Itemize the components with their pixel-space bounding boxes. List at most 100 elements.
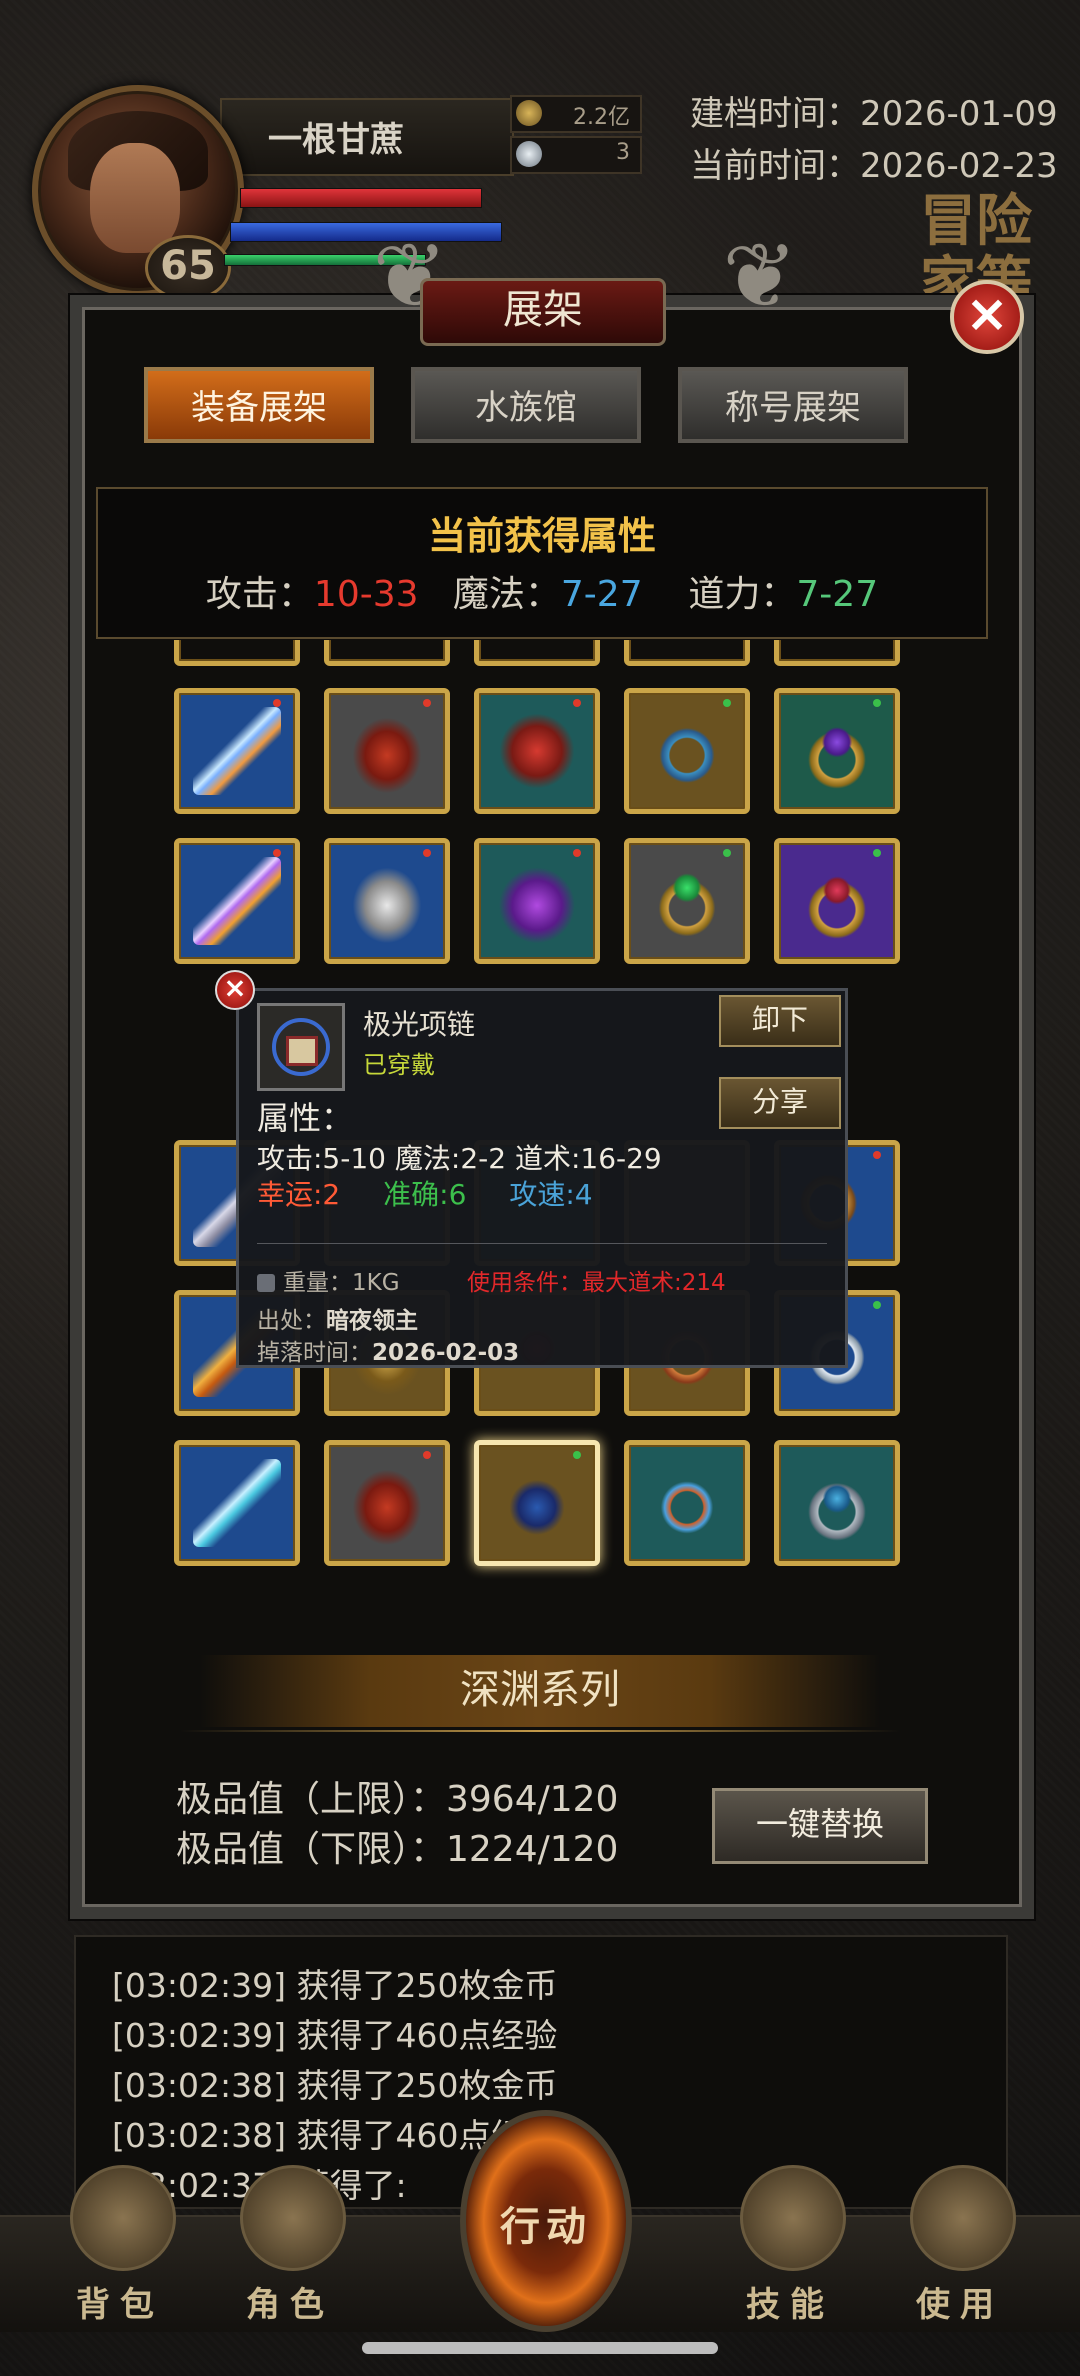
attack-value: 10-33 bbox=[313, 574, 419, 615]
quality-dot bbox=[723, 849, 731, 857]
equipment-slot-bracer[interactable] bbox=[324, 838, 450, 964]
share-button[interactable]: 分享 bbox=[719, 1077, 841, 1129]
nav-role[interactable]: 角色 bbox=[220, 2165, 360, 2325]
item-source: 出处：暗夜领主 bbox=[257, 1301, 418, 1335]
home-indicator[interactable] bbox=[362, 2342, 718, 2354]
ring-icon bbox=[793, 857, 881, 945]
equipment-slot[interactable] bbox=[324, 640, 450, 666]
drop-label: 掉落时间： bbox=[257, 1340, 372, 1366]
speed-value: 攻速:4 bbox=[509, 1178, 593, 1211]
sword-icon bbox=[193, 707, 281, 795]
gold-counter: 2.2亿 bbox=[510, 95, 642, 133]
luck-value: 幸运:2 bbox=[257, 1178, 341, 1211]
equipment-slot-sword[interactable] bbox=[174, 1440, 300, 1566]
equipment-slot[interactable] bbox=[774, 640, 900, 666]
necklace-icon bbox=[493, 707, 581, 795]
avatar-face bbox=[90, 143, 180, 253]
attributes-line: 攻击：10-33 魔法：7-27 道力：7-27 bbox=[98, 565, 986, 617]
accuracy-value: 准确:6 bbox=[383, 1178, 467, 1211]
one-click-replace-button[interactable]: 一键替换 bbox=[712, 1788, 928, 1864]
action-label: 行动 bbox=[500, 2204, 592, 2250]
nav-role-label: 角色 bbox=[246, 2285, 334, 2325]
equipment-slot-ring[interactable] bbox=[624, 688, 750, 814]
helmet-icon bbox=[240, 2165, 346, 2271]
source-value: 暗夜领主 bbox=[326, 1308, 418, 1334]
item-attributes-header: 属性： bbox=[257, 1099, 354, 1137]
magic-label: 魔法： bbox=[452, 574, 561, 615]
bracer-icon bbox=[343, 707, 431, 795]
source-label: 出处： bbox=[257, 1308, 326, 1334]
necklace-icon bbox=[257, 1003, 345, 1091]
item-name: 极光项链 bbox=[363, 1008, 476, 1041]
equipment-slot-bracer[interactable] bbox=[324, 1440, 450, 1566]
gold-value: 2.2亿 bbox=[573, 105, 630, 130]
nav-bag[interactable]: 背包 bbox=[50, 2165, 190, 2325]
weight-info: 重量：1KG bbox=[257, 1263, 400, 1297]
close-icon: × bbox=[223, 971, 247, 1004]
quality-dot bbox=[723, 699, 731, 707]
quality-dot bbox=[273, 699, 281, 707]
tab-equipment-showcase[interactable]: 装备展架 bbox=[144, 367, 374, 443]
dragon-ornament-right: ❦ bbox=[722, 224, 798, 329]
nav-bag-label: 背包 bbox=[76, 2285, 164, 2325]
quality-dot bbox=[573, 699, 581, 707]
nav-skill[interactable]: 技能 bbox=[720, 2165, 860, 2325]
nav-skill-label: 技能 bbox=[746, 2285, 834, 2325]
gem-value: 3 bbox=[616, 140, 630, 165]
equipment-slot-necklace[interactable] bbox=[474, 838, 600, 964]
equipment-slot-sword[interactable] bbox=[174, 838, 300, 964]
equipment-slot-ring[interactable] bbox=[774, 838, 900, 964]
created-time: 建档时间：2026-01-09 bbox=[690, 94, 1058, 134]
close-icon: × bbox=[965, 284, 1009, 344]
equipment-slot[interactable] bbox=[174, 640, 300, 666]
quality-dot bbox=[423, 699, 431, 707]
log-line: [03:02:39] 获得了460点经验 bbox=[112, 2016, 558, 2055]
quality-dot bbox=[273, 849, 281, 857]
use-requirement: 使用条件：最大道术:214 bbox=[467, 1270, 726, 1296]
nav-use[interactable]: 使用 bbox=[890, 2165, 1030, 2325]
necklace-icon bbox=[493, 1459, 581, 1547]
quality-lower: 极品值（下限）：1224/120 bbox=[176, 1829, 619, 1870]
ring-icon bbox=[643, 1459, 731, 1547]
tab-aquarium[interactable]: 水族馆 bbox=[411, 367, 641, 443]
item-attributes-line: 攻击:5-10 魔法:2-2 道术:16-29 bbox=[257, 1142, 662, 1175]
equipment-slot[interactable] bbox=[474, 640, 600, 666]
equipment-slot-bracer[interactable] bbox=[324, 688, 450, 814]
ring-icon bbox=[793, 1459, 881, 1547]
series-banner: 深渊系列 bbox=[200, 1655, 880, 1727]
quality-dot bbox=[423, 1451, 431, 1459]
current-attributes: 当前获得属性 攻击：10-33 魔法：7-27 道力：7-27 bbox=[96, 487, 988, 639]
drop-value: 2026-02-03 bbox=[372, 1340, 520, 1366]
equipment-slot-sword[interactable] bbox=[174, 688, 300, 814]
quality-dot bbox=[873, 1151, 881, 1159]
sword-icon bbox=[193, 1459, 281, 1547]
unequip-button[interactable]: 卸下 bbox=[719, 995, 841, 1047]
quality-dot bbox=[573, 849, 581, 857]
use-icon bbox=[910, 2165, 1016, 2271]
equipment-slot[interactable] bbox=[624, 640, 750, 666]
log-line: [03:02:39] 获得了250枚金币 bbox=[112, 1966, 558, 2005]
skill-book-icon bbox=[740, 2165, 846, 2271]
equipment-slot-ring[interactable] bbox=[774, 688, 900, 814]
quality-dot bbox=[573, 1451, 581, 1459]
equipment-slot-ring[interactable] bbox=[774, 1440, 900, 1566]
tab-title-showcase[interactable]: 称号展架 bbox=[678, 367, 908, 443]
action-button[interactable]: 行动 bbox=[460, 2110, 632, 2332]
item-drop-time: 掉落时间：2026-02-03 bbox=[257, 1333, 519, 1367]
bag-icon bbox=[70, 2165, 176, 2271]
weight-text: 重量：1KG bbox=[283, 1270, 400, 1296]
equipment-slot-selected-necklace[interactable] bbox=[474, 1440, 600, 1566]
tooltip-close-button[interactable]: × bbox=[215, 970, 255, 1010]
panel-title: 展架 bbox=[420, 278, 666, 346]
gem-counter: 3 bbox=[510, 136, 642, 174]
equipment-slot-ring[interactable] bbox=[624, 838, 750, 964]
close-button[interactable]: × bbox=[950, 280, 1024, 354]
tooltip-divider bbox=[257, 1243, 827, 1244]
equipment-slot-ring[interactable] bbox=[624, 1440, 750, 1566]
bracer-icon bbox=[343, 857, 431, 945]
weight-icon bbox=[257, 1274, 275, 1292]
necklace-icon bbox=[493, 857, 581, 945]
equipment-slot-necklace[interactable] bbox=[474, 688, 600, 814]
hp-bar bbox=[240, 188, 482, 208]
tao-value: 7-27 bbox=[796, 574, 879, 615]
